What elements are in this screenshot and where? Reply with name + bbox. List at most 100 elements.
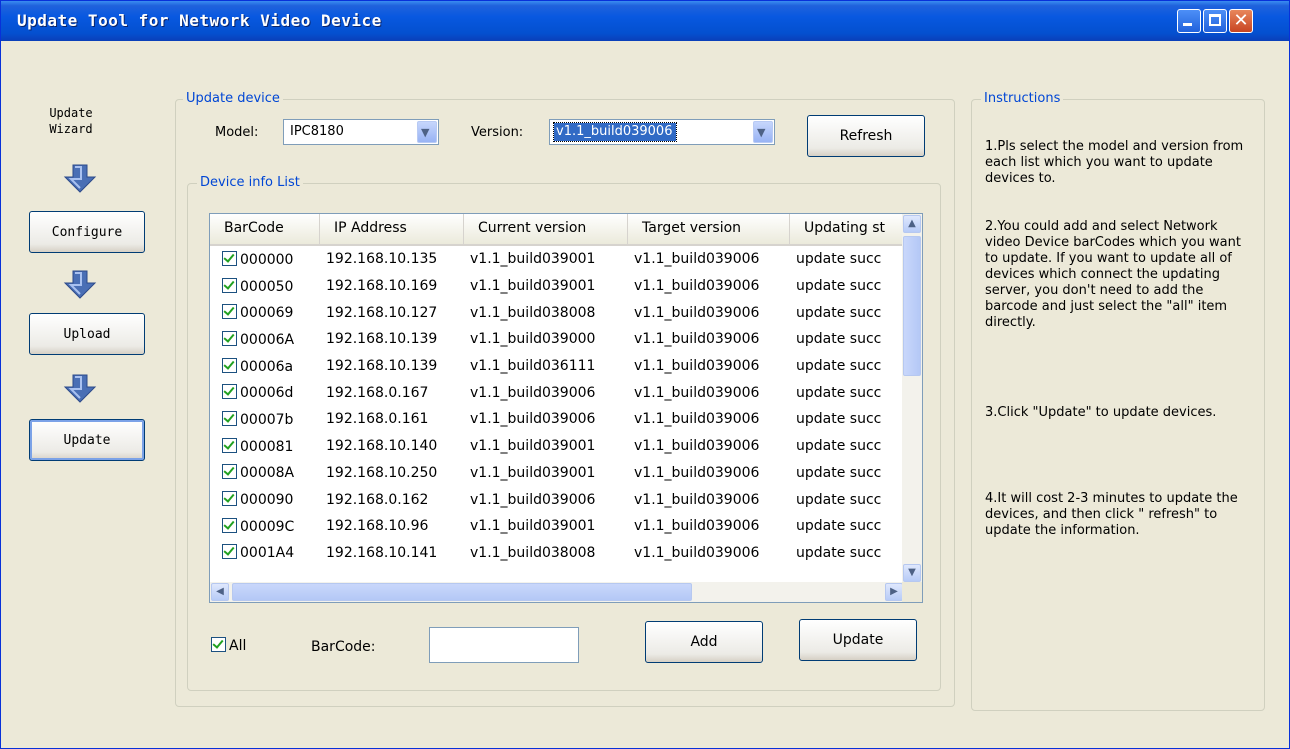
row-barcode-cell: 000069	[210, 304, 320, 321]
maximize-icon	[1209, 14, 1221, 26]
row-status: update succ	[796, 304, 882, 321]
column-header-current-version[interactable]: Current version	[464, 214, 628, 244]
row-checkbox[interactable]	[222, 384, 237, 400]
minimize-button[interactable]	[1177, 9, 1201, 33]
row-target-version: v1.1_build039006	[634, 384, 760, 401]
table-row[interactable]: 0001A4 192.168.10.141 v1.1_build038008 v1.1…	[210, 540, 904, 567]
row-checkbox[interactable]	[222, 330, 237, 346]
title-bar[interactable]: Update Tool for Network Video Device ✕	[1, 1, 1289, 41]
row-ip: 192.168.10.96	[326, 518, 429, 535]
row-checkbox[interactable]	[222, 250, 237, 266]
vertical-scroll-thumb[interactable]	[903, 236, 921, 376]
row-current-version: v1.1_build039001	[470, 251, 596, 268]
maximize-button[interactable]	[1203, 9, 1227, 33]
barcode-label: BarCode:	[311, 639, 376, 655]
row-target-version: v1.1_build039006	[634, 331, 760, 348]
device-list-header: BarCode IP Address Current version Targe…	[210, 214, 904, 246]
scroll-corner	[902, 582, 922, 602]
row-status: update succ	[796, 544, 882, 561]
row-barcode: 00006d	[240, 385, 294, 402]
scroll-left-icon[interactable]: ◀	[211, 583, 229, 601]
scroll-right-icon[interactable]: ▶	[885, 583, 903, 601]
table-row[interactable]: 000050 192.168.10.169 v1.1_build039001 v1.1…	[210, 273, 904, 300]
row-ip: 192.168.10.250	[326, 464, 438, 481]
device-list[interactable]: BarCode IP Address Current version Targe…	[209, 213, 923, 603]
version-select-value: v1.1_build039006	[552, 122, 678, 142]
row-target-version: v1.1_build039006	[634, 278, 760, 295]
vertical-scrollbar[interactable]: ▲ ▼	[902, 214, 922, 584]
table-row[interactable]: 000081 192.168.10.140 v1.1_build039001 v1.1…	[210, 433, 904, 460]
table-row[interactable]: 00007b 192.168.0.161 v1.1_build039006 v1.1_…	[210, 406, 904, 433]
refresh-button[interactable]: Refresh	[807, 115, 925, 157]
close-button[interactable]: ✕	[1229, 9, 1253, 33]
add-button[interactable]: Add	[645, 621, 763, 663]
row-current-version: v1.1_build038008	[470, 544, 596, 561]
table-row[interactable]: 000069 192.168.10.127 v1.1_build038008 v1.1…	[210, 299, 904, 326]
window-title: Update Tool for Network Video Device	[17, 11, 382, 30]
device-info-group-label: Device info List	[197, 175, 303, 190]
horizontal-scroll-thumb[interactable]	[232, 583, 692, 601]
row-checkbox[interactable]	[222, 357, 237, 373]
minimize-icon	[1183, 23, 1192, 26]
row-current-version: v1.1_build039006	[470, 411, 596, 428]
row-target-version: v1.1_build039006	[634, 544, 760, 561]
row-checkbox[interactable]	[222, 410, 237, 426]
update-button[interactable]: Update	[799, 619, 917, 661]
chevron-down-icon[interactable]: ▼	[753, 121, 773, 143]
row-current-version: v1.1_build039006	[470, 384, 596, 401]
device-list-rows: 000000 192.168.10.135 v1.1_build039001 v1.1…	[210, 246, 904, 566]
scroll-down-icon[interactable]: ▼	[903, 564, 921, 582]
table-row[interactable]: 000090 192.168.0.162 v1.1_build039006 v1.1_…	[210, 486, 904, 513]
row-barcode: 000000	[240, 251, 294, 268]
row-target-version: v1.1_build039006	[634, 491, 760, 508]
row-ip: 192.168.10.140	[326, 438, 438, 455]
row-status: update succ	[796, 411, 882, 428]
model-select[interactable]: IPC8180 ▼	[283, 119, 439, 145]
row-checkbox[interactable]	[222, 464, 237, 480]
chevron-down-icon[interactable]: ▼	[417, 121, 437, 143]
row-barcode: 00009C	[240, 518, 295, 535]
barcode-input[interactable]	[429, 627, 579, 663]
row-status: update succ	[796, 384, 882, 401]
column-header-barcode[interactable]: BarCode	[210, 214, 320, 244]
row-checkbox[interactable]	[222, 517, 237, 533]
table-row[interactable]: 00009C 192.168.10.96 v1.1_build039001 v1.1_…	[210, 513, 904, 540]
table-row[interactable]: 00006A 192.168.10.139 v1.1_build039000 v1.1…	[210, 326, 904, 353]
row-checkbox[interactable]	[222, 544, 237, 560]
row-barcode: 00007b	[240, 411, 294, 428]
row-barcode-cell: 0001A4	[210, 544, 320, 561]
row-barcode: 000090	[240, 492, 294, 509]
row-checkbox[interactable]	[222, 437, 237, 453]
scroll-up-icon[interactable]: ▲	[903, 215, 921, 233]
row-barcode-cell: 000090	[210, 491, 320, 508]
row-checkbox[interactable]	[222, 491, 237, 507]
close-icon: ✕	[1233, 10, 1249, 31]
upload-button[interactable]: Upload	[29, 313, 145, 355]
row-barcode: 00006a	[240, 358, 294, 375]
column-header-status[interactable]: Updating st	[790, 214, 904, 244]
table-row[interactable]: 000000 192.168.10.135 v1.1_build039001 v1.1…	[210, 246, 904, 273]
model-select-value: IPC8180	[290, 124, 344, 139]
configure-button[interactable]: Configure	[29, 211, 145, 253]
main-window: Update Tool for Network Video Device ✕ U…	[0, 0, 1290, 749]
version-select[interactable]: v1.1_build039006 ▼	[549, 119, 775, 145]
row-target-version: v1.1_build039006	[634, 304, 760, 321]
column-header-ip[interactable]: IP Address	[320, 214, 464, 244]
row-barcode: 00006A	[240, 331, 295, 348]
arrow-down-icon	[63, 164, 97, 193]
table-row[interactable]: 00006a 192.168.10.139 v1.1_build036111 v1.1…	[210, 353, 904, 380]
version-label: Version:	[471, 125, 524, 140]
horizontal-scrollbar[interactable]: ◀ ▶	[210, 582, 904, 602]
all-checkbox[interactable]: All	[211, 637, 246, 654]
all-checkbox-box[interactable]	[211, 637, 226, 652]
row-ip: 192.168.10.127	[326, 304, 438, 321]
update-wizard-button[interactable]: Update	[29, 419, 145, 461]
row-barcode-cell: 00008A	[210, 464, 320, 481]
row-checkbox[interactable]	[222, 304, 237, 320]
table-row[interactable]: 00006d 192.168.0.167 v1.1_build039006 v1.1_…	[210, 379, 904, 406]
column-header-target-version[interactable]: Target version	[628, 214, 790, 244]
arrow-down-icon	[63, 270, 97, 299]
row-barcode-cell: 000000	[210, 250, 320, 268]
table-row[interactable]: 00008A 192.168.10.250 v1.1_build039001 v1.1…	[210, 460, 904, 487]
row-checkbox[interactable]	[222, 277, 237, 293]
